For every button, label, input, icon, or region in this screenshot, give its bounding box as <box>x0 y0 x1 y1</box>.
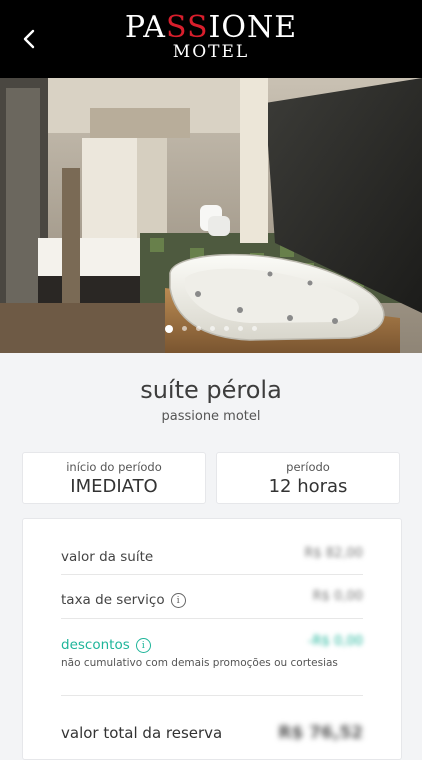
gallery-dot[interactable] <box>252 326 257 331</box>
discounts-note: não cumulativo com demais promoções ou c… <box>61 657 338 669</box>
discounts-amount: -R$ 0,00 <box>307 634 363 649</box>
gallery-dot[interactable] <box>224 326 229 331</box>
period-start-card[interactable]: início do período IMEDIATO <box>22 452 206 504</box>
divider <box>61 574 363 575</box>
total-row: valor total da reserva R$ 76,52 <box>61 723 363 743</box>
discounts-info-icon[interactable]: i <box>135 638 151 653</box>
suite-value-row: valor da suíte R$ 82,00 <box>61 546 363 565</box>
discounts-label: descontos <box>61 637 130 653</box>
price-summary-card: valor da suíte R$ 82,00 taxa de serviço i… <box>22 518 402 760</box>
suite-photo[interactable] <box>0 78 422 353</box>
gallery-pagination <box>0 324 422 333</box>
motel-name: passione motel <box>161 409 261 424</box>
period-label: período <box>286 460 330 474</box>
gallery-dot-active[interactable] <box>165 324 173 333</box>
suite-value-amount: R$ 82,00 <box>304 546 363 561</box>
passione-motel-logo: PASSIONE MOTEL <box>124 10 298 62</box>
service-fee-label: taxa de serviço <box>61 592 165 608</box>
discounts-row: descontos i -R$ 0,00 <box>61 634 363 653</box>
gallery-dot[interactable] <box>210 326 215 331</box>
top-bar: PASSIONE MOTEL <box>0 0 422 78</box>
period-value: 12 horas <box>268 476 348 497</box>
service-fee-info-icon[interactable]: i <box>170 593 186 608</box>
suite-value-label: valor da suíte <box>61 549 154 565</box>
period-card[interactable]: período 12 horas <box>216 452 400 504</box>
gallery-dot[interactable] <box>196 326 201 331</box>
divider <box>61 618 363 619</box>
divider <box>61 695 363 696</box>
period-start-label: início do período <box>66 460 162 474</box>
total-amount: R$ 76,52 <box>278 723 363 743</box>
total-label: valor total da reserva <box>61 724 223 742</box>
suite-photo-illustration <box>0 78 422 353</box>
service-fee-row: taxa de serviço i R$ 0,00 <box>61 589 363 608</box>
period-start-value: IMEDIATO <box>70 476 158 497</box>
gallery-dot[interactable] <box>182 326 187 331</box>
gallery-dot[interactable] <box>238 326 243 331</box>
service-fee-amount: R$ 0,00 <box>312 589 363 604</box>
suite-title: suíte pérola <box>140 376 282 404</box>
